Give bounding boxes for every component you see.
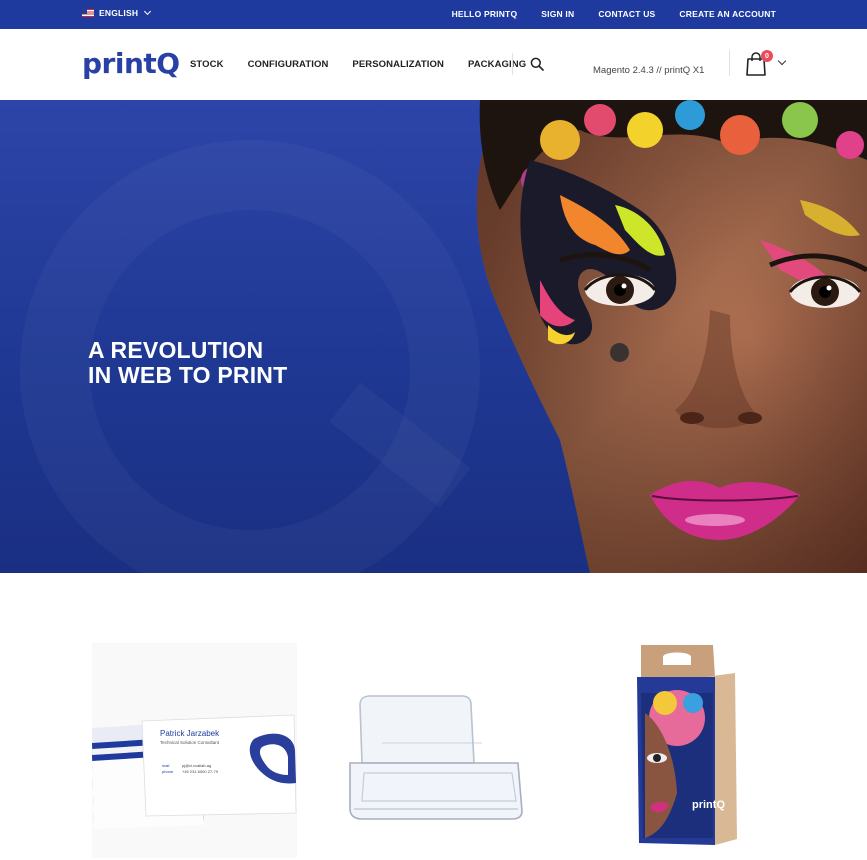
nav-item-configuration[interactable]: CONFIGURATION — [248, 59, 329, 70]
us-flag-icon — [82, 9, 94, 17]
top-links: HELLO PRINTQ SIGN IN CONTACT US CREATE A… — [452, 9, 776, 19]
hero-title-line2: IN WEB TO PRINT — [88, 362, 288, 388]
main-header: printQ STOCK CONFIGURATION PERSONALIZATI… — [0, 29, 867, 100]
card-phone-label: phone — [162, 769, 174, 774]
create-account-link[interactable]: CREATE AN ACCOUNT — [679, 9, 776, 19]
product-business-cards[interactable]: Patrick Jarzabek Technical Solution Cons… — [82, 633, 307, 860]
hero-hotspot[interactable] — [610, 343, 629, 362]
packaging-box-image — [565, 633, 790, 860]
card-holder-image — [322, 633, 547, 860]
contact-us-link[interactable]: CONTACT US — [598, 9, 655, 19]
featured-products: Patrick Jarzabek Technical Solution Cons… — [0, 573, 867, 860]
nav-divider — [512, 53, 513, 75]
language-switcher[interactable]: ENGLISH — [82, 7, 152, 18]
cart-count-badge: 0 — [761, 50, 773, 62]
box-logo-text: printQ — [692, 799, 725, 811]
card-person-name: Patrick Jarzabek — [160, 729, 220, 738]
hero-title: A REVOLUTION IN WEB TO PRINT — [88, 338, 287, 388]
card-mail-label: mail — [162, 763, 170, 768]
card-phone-value: +49 231 6000 27-79 — [182, 769, 218, 774]
chevron-down-icon[interactable] — [777, 56, 787, 66]
hello-user-link[interactable]: HELLO PRINTQ — [452, 9, 518, 19]
top-bar: ENGLISH HELLO PRINTQ SIGN IN CONTACT US … — [0, 0, 867, 29]
nav-item-personalization[interactable]: PERSONALIZATION — [352, 59, 444, 70]
nav-item-stock[interactable]: STOCK — [190, 59, 224, 70]
hero-title-line1: A REVOLUTION — [88, 337, 264, 363]
hero-banner: A REVOLUTION IN WEB TO PRINT — [0, 100, 867, 573]
main-nav: STOCK CONFIGURATION PERSONALIZATION PACK… — [190, 59, 550, 70]
card-person-role: Technical Solution Consultant — [160, 740, 220, 745]
hero-face-image — [476, 100, 867, 573]
product-card-holder[interactable] — [322, 633, 547, 860]
language-label: ENGLISH — [99, 8, 139, 18]
business-cards-image — [92, 643, 297, 858]
site-logo[interactable]: printQ — [82, 47, 180, 80]
cart-divider — [729, 50, 730, 76]
product-packaging-box[interactable]: printQ — [565, 633, 790, 860]
sign-in-link[interactable]: SIGN IN — [541, 9, 574, 19]
version-label: Magento 2.4.3 // printQ X1 — [593, 65, 705, 76]
nav-item-packaging[interactable]: PACKAGING — [468, 59, 526, 70]
search-icon[interactable] — [530, 57, 544, 71]
chevron-down-icon — [144, 7, 152, 16]
card-mail-value: pj@cl.cvallab.ag — [182, 763, 212, 768]
